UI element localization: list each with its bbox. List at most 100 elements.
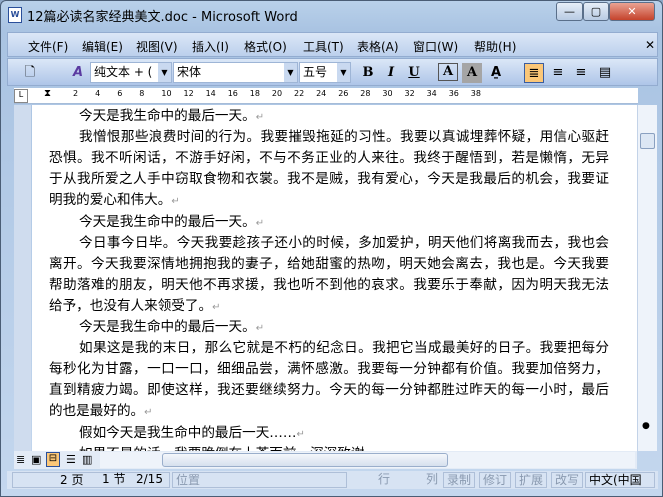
align-right-button[interactable]: ≡ bbox=[571, 63, 591, 83]
styles-icon[interactable]: A bbox=[68, 63, 88, 83]
line-text: 今日事今日毕。今天我要趁孩子还小的时候，多加爱护，明天他们将离我而去，我也会 bbox=[79, 234, 609, 251]
ruler-tick-label: 38 bbox=[470, 89, 481, 98]
line-text: 给予，也没有人来领受了。 bbox=[49, 297, 213, 314]
document-page[interactable]: 今天是我生命中的最后一天。↵ 我憎恨那些浪费时间的行为。我要摧毁拖延的习性。我要以… bbox=[32, 105, 637, 451]
ruler-tick-label: 4 bbox=[95, 89, 101, 98]
line-text: 今天是我生命中的最后一天。 bbox=[79, 108, 256, 124]
close-button[interactable]: ✕ bbox=[609, 2, 655, 21]
status-language: 中文(中国 bbox=[585, 472, 655, 488]
word-window: W 12篇必读名家经典美文.doc - Microsoft Word — ▢ ✕… bbox=[0, 0, 663, 497]
bold-button[interactable]: B bbox=[358, 63, 378, 83]
align-justify-button[interactable]: ≣ bbox=[524, 63, 544, 83]
vertical-ruler bbox=[14, 105, 31, 451]
paragraph-mark: ↵ bbox=[255, 323, 265, 334]
line-text: 直到精疲力竭。即使这样，我还要继续努力。今天的每一分钟都胜过昨天的每一小时，最后 bbox=[49, 382, 609, 399]
line-text: 我憎恨那些浪费时间的行为。我要摧毁拖延的习性。我要以真诚埋葬怀疑，用信心驱赶 bbox=[79, 129, 609, 146]
document-line: 如果这是我的末日，那么它就是不朽的纪念日。我把它当成最美好的日子。我要把每分 bbox=[79, 339, 609, 357]
menu-table[interactable]: 表格(A) bbox=[357, 38, 399, 55]
ruler-tick-label: 30 bbox=[382, 89, 393, 98]
outline-view-icon[interactable]: ☰ bbox=[66, 453, 76, 466]
status-bar: 2 页 1 节 2/15 位置 行 列 录制 修订 扩展 改写 中文(中国 bbox=[7, 471, 658, 489]
line-text: 离开。今天我要深情地拥抱我的妻子，给她甜蜜的热吻，明天她会离去，我也是。今天我要 bbox=[49, 255, 609, 272]
indent-marker[interactable]: ⧗ bbox=[44, 88, 51, 99]
ruler-tick-label: 28 bbox=[360, 89, 371, 98]
line-text: 今天是我生命中的最后一天。 bbox=[79, 213, 256, 230]
document-line: 今天是我生命中的最后一天。↵ bbox=[79, 107, 609, 127]
char-shading-button[interactable]: A bbox=[462, 63, 482, 83]
font-combo[interactable]: 宋体 ▼ bbox=[173, 62, 298, 83]
menu-view[interactable]: 视图(V) bbox=[136, 38, 178, 55]
document-line: 每秒化为甘露，一口一口，细细品尝，满怀感激。我要每一分钟都有价值。我要加倍努力， bbox=[49, 360, 609, 378]
normal-view-icon[interactable]: ≣ bbox=[16, 453, 25, 466]
horizontal-ruler[interactable]: L ⧗ 2 4 6 8 10 12 14 16 18 20 22 24 26 28 30 32 34 36 38 bbox=[14, 88, 638, 104]
ruler-tick-label: 12 bbox=[183, 89, 194, 98]
document-line: 今天是我生命中的最后一天。↵ bbox=[79, 213, 609, 233]
menu-bar: 文件(F) 编辑(E) 视图(V) 插入(I) 格式(O) 工具(T) 表格(A… bbox=[7, 32, 658, 57]
new-document-icon[interactable]: 🗋 bbox=[20, 63, 40, 83]
document-line: 离开。今天我要深情地拥抱我的妻子，给她甜蜜的热吻，明天她会离去，我也是。今天我要 bbox=[49, 255, 609, 273]
reading-view-icon[interactable]: ▥ bbox=[82, 453, 92, 466]
menu-help[interactable]: 帮助(H) bbox=[474, 38, 516, 55]
status-overwrite[interactable]: 改写 bbox=[551, 472, 584, 488]
minimize-button[interactable]: — bbox=[556, 2, 583, 21]
ruler-tick-label: 34 bbox=[426, 89, 437, 98]
style-combo[interactable]: 纯文本 + (▼ bbox=[90, 62, 172, 83]
document-line: 于从我所爱之人手中窃取食物和衣裳。我不是贼，我有爱心，今天是我最后的机会，我要证 bbox=[49, 170, 609, 188]
print-view-icon[interactable]: ⊟ bbox=[46, 452, 60, 467]
paragraph-mark: ↵ bbox=[255, 112, 265, 123]
menu-edit[interactable]: 编辑(E) bbox=[82, 38, 123, 55]
document-line: 的也是最好的。↵ bbox=[49, 402, 609, 422]
status-col: 列 bbox=[426, 472, 439, 486]
horizontal-scrollbar[interactable] bbox=[100, 452, 635, 468]
ruler-tick-label: 14 bbox=[205, 89, 216, 98]
scroll-thumb[interactable] bbox=[640, 133, 655, 149]
italic-button[interactable]: I bbox=[381, 63, 401, 83]
paragraph-mark: ↵ bbox=[144, 407, 153, 419]
font-size-combo[interactable]: 五号 ▼ bbox=[299, 62, 351, 83]
paragraph-mark: ↵ bbox=[255, 217, 265, 229]
h-scroll-thumb[interactable] bbox=[162, 453, 448, 467]
document-line: 恐惧。我不听闲话，不游手好闲，不与不务正业的人来往。我终于醒悟到，若是懒惰，无异 bbox=[49, 149, 609, 167]
status-track[interactable]: 修订 bbox=[479, 472, 512, 488]
ruler-tick-label: 24 bbox=[316, 89, 327, 98]
tab-stop-selector[interactable]: L bbox=[14, 89, 28, 103]
document-line: 今天是我生命中的最后一天。↵ bbox=[79, 318, 609, 338]
line-text: 每秒化为甘露，一口一口，细细品尝，满怀感激。我要每一分钟都有价值。我要加倍努力， bbox=[49, 361, 609, 378]
view-bar: ≣ ▣ ⊟ ☰ ▥ bbox=[14, 451, 637, 469]
menu-format[interactable]: 格式(O) bbox=[244, 38, 287, 55]
ruler-tick-label: 16 bbox=[227, 89, 238, 98]
menu-file[interactable]: 文件(F) bbox=[28, 38, 68, 55]
line-text: 假如今天是我生命中的最后一天…… bbox=[79, 424, 297, 441]
status-position: 位置 bbox=[172, 472, 347, 488]
status-pages: 2/15 bbox=[136, 472, 163, 486]
chevron-down-icon: ▼ bbox=[158, 63, 171, 82]
distributed-align-button[interactable]: ▤ bbox=[595, 63, 615, 83]
ruler-tick-label: 2 bbox=[73, 89, 79, 98]
paragraph-mark: ↵ bbox=[296, 428, 305, 440]
web-view-icon[interactable]: ▣ bbox=[31, 453, 41, 466]
maximize-button[interactable]: ▢ bbox=[583, 2, 609, 21]
vertical-scrollbar[interactable]: ● bbox=[637, 105, 657, 451]
status-extend[interactable]: 扩展 bbox=[515, 472, 548, 488]
status-line: 行 bbox=[378, 472, 391, 486]
menu-insert[interactable]: 插入(I) bbox=[192, 38, 229, 55]
ruler-tick-label: 22 bbox=[294, 89, 305, 98]
char-border-button[interactable]: A bbox=[438, 63, 458, 81]
paragraph-mark: ↵ bbox=[212, 301, 221, 313]
close-doc-icon[interactable]: ✕ bbox=[645, 38, 655, 52]
align-center-button[interactable]: ≡ bbox=[548, 63, 568, 83]
menu-window[interactable]: 窗口(W) bbox=[413, 38, 458, 55]
document-line: 假如今天是我生命中的最后一天……↵ bbox=[79, 424, 609, 444]
char-scale-icon[interactable]: A̱ bbox=[486, 63, 506, 83]
ruler-tick-label: 8 bbox=[139, 89, 145, 98]
formatting-toolbar: 🗋 A 纯文本 + (▼ 宋体 ▼ 五号 ▼ B I U A A A̱ ≣ ≡ ≡ … bbox=[7, 58, 658, 86]
underline-button[interactable]: U bbox=[404, 63, 424, 83]
ruler-tick-label: 32 bbox=[404, 89, 415, 98]
document-line: 直到精疲力竭。即使这样，我还要继续努力。今天的每一分钟都胜过昨天的每一小时，最后 bbox=[49, 381, 609, 399]
select-browse-object-icon[interactable]: ● bbox=[642, 421, 650, 431]
document-line: 明我的爱心和伟大。↵ bbox=[49, 191, 609, 211]
line-text: 今天是我生命中的最后一天。 bbox=[79, 319, 256, 335]
status-record[interactable]: 录制 bbox=[443, 472, 476, 488]
menu-tools[interactable]: 工具(T) bbox=[303, 38, 344, 55]
ruler-tick-label: 36 bbox=[448, 89, 459, 98]
